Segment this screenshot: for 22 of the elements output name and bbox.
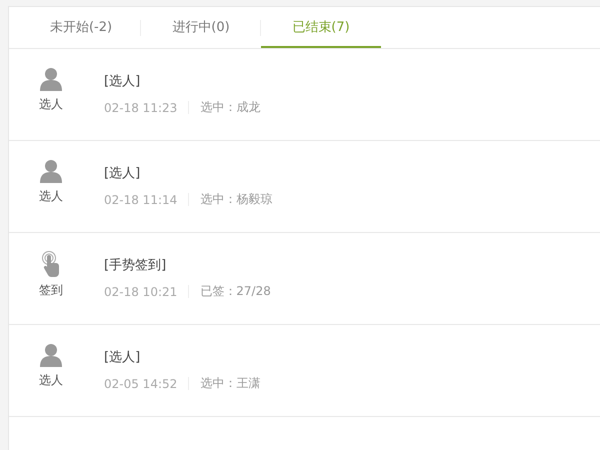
activity-result: 选中：杨毅琼: [200, 191, 272, 208]
activity-time: 02-18 11:14: [104, 192, 178, 206]
activity-time: 02-18 10:21: [104, 284, 178, 298]
activity-time: 02-18 11:23: [104, 100, 178, 114]
activity-time: 02-05 14:52: [104, 376, 178, 390]
tab[interactable]: 进行中(0): [141, 7, 261, 48]
activity-type: 选人: [39, 96, 63, 113]
activity-title[interactable]: [选人]: [104, 72, 260, 90]
activity-title[interactable]: [手势签到]: [104, 256, 271, 274]
activity-type: 选人: [39, 188, 63, 205]
activity-title[interactable]: [选人]: [104, 164, 272, 182]
person-icon: [40, 67, 62, 91]
person-icon: [40, 159, 62, 183]
tap-hand-icon: [41, 251, 61, 277]
activity-type: 签到: [39, 282, 63, 299]
activity-type: 选人: [39, 372, 63, 389]
activity-result: 选中：成龙: [200, 99, 260, 116]
activity-title[interactable]: [选人]: [104, 348, 260, 366]
activity-result: 选中：王潇: [200, 375, 260, 392]
activity-result: 已签：27/28: [200, 283, 271, 300]
tab[interactable]: 未开始(-2): [21, 7, 141, 48]
person-icon: [40, 343, 62, 367]
